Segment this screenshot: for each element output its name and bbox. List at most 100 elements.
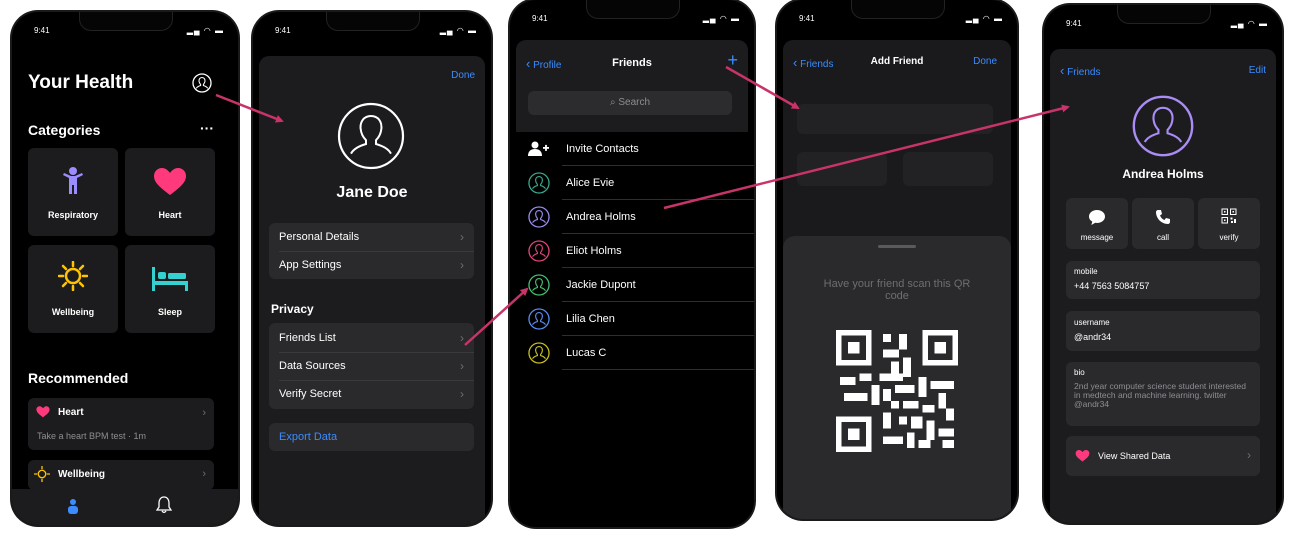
row-personal-details[interactable]: Personal Details › xyxy=(269,223,474,251)
tile-wellbeing[interactable]: Wellbeing xyxy=(28,245,118,333)
bed-icon xyxy=(152,267,188,291)
friend-row[interactable]: Andrea Holms xyxy=(528,200,754,234)
avatar-icon xyxy=(337,102,405,170)
row-label: App Settings xyxy=(279,259,342,271)
done-button[interactable]: Done xyxy=(451,70,475,81)
tab-health[interactable] xyxy=(64,497,84,517)
export-label: Export Data xyxy=(279,431,338,443)
row-label: Personal Details xyxy=(279,231,360,243)
nav-title: Friends xyxy=(612,57,652,69)
bio-field[interactable]: bio 2nd year computer science student in… xyxy=(1066,362,1260,426)
person-icon xyxy=(63,167,83,194)
status-time: 9:41 xyxy=(34,26,50,35)
export-data-button[interactable]: Export Data xyxy=(269,423,474,451)
card-title: Wellbeing xyxy=(58,469,106,480)
more-button[interactable]: ··· xyxy=(200,120,214,136)
row-app-settings[interactable]: App Settings › xyxy=(269,251,474,279)
settings-group: Personal Details › App Settings › xyxy=(269,223,474,279)
search-input[interactable]: ⌕ Search xyxy=(528,91,732,115)
field-value: 2nd year computer science student intere… xyxy=(1074,381,1246,409)
tab-notifications[interactable] xyxy=(155,496,176,516)
row-label: Friends List xyxy=(279,332,336,344)
tile-label: Heart xyxy=(158,210,182,220)
tile-sleep[interactable]: Sleep xyxy=(125,245,215,333)
chevron-right-icon: › xyxy=(460,331,464,345)
chevron-right-icon: › xyxy=(1247,448,1251,462)
status-bar: 9:41 ▂▄ ◠ ▬ xyxy=(1044,17,1282,31)
phone-profile: 9:41 ▂▄ ◠ ▬ Done Jane Doe Personal Detai… xyxy=(253,12,491,525)
done-button[interactable]: Done xyxy=(973,56,997,67)
avatar-icon xyxy=(528,206,550,228)
scan-instructions: Have your friend scan this QR code xyxy=(823,278,971,302)
contact-name: Andrea Holms xyxy=(1122,167,1204,181)
add-friend-button[interactable]: + xyxy=(727,50,738,71)
phone-icon xyxy=(1156,210,1170,224)
action-label: call xyxy=(1156,233,1169,242)
row-label: Verify Secret xyxy=(279,388,342,400)
recommended-heading: Recommended xyxy=(28,370,129,386)
chevron-right-icon: › xyxy=(460,387,464,401)
sheet: ‹ Friends Edit Andrea Holms message call xyxy=(1050,49,1276,523)
call-button[interactable]: call xyxy=(1132,198,1194,249)
card-subtitle: Take a heart BPM test · 1m xyxy=(37,431,147,441)
tile-respiratory[interactable]: Respiratory xyxy=(28,148,118,236)
card-title: Heart xyxy=(58,407,84,418)
divider xyxy=(562,369,754,370)
person-outline-icon xyxy=(192,73,212,93)
friend-name: Lucas C xyxy=(566,347,607,359)
friend-row[interactable]: Eliot Holms xyxy=(528,234,754,268)
row-verify-secret[interactable]: Verify Secret › xyxy=(269,380,474,408)
chevron-right-icon: › xyxy=(202,407,206,419)
friends-list: Invite Contacts Alice Evie Andrea Holms El… xyxy=(510,132,754,527)
friend-row[interactable]: Jackie Dupont xyxy=(528,268,754,302)
row-data-sources[interactable]: Data Sources › xyxy=(269,352,474,380)
row-friends-list[interactable]: Friends List › xyxy=(269,324,474,352)
mobile-field[interactable]: mobile +44 7563 5084757 xyxy=(1066,261,1260,299)
edit-button[interactable]: Edit xyxy=(1249,65,1266,76)
field-label: username xyxy=(1074,318,1110,327)
row-label: Data Sources xyxy=(279,360,346,372)
heart-icon xyxy=(36,406,50,418)
back-button[interactable]: ‹ Friends xyxy=(1060,63,1100,78)
signal-wifi-battery-icon: ▂▄ ◠ ▬ xyxy=(965,14,1003,23)
status-time: 9:41 xyxy=(532,14,548,23)
dimmed-field xyxy=(797,104,993,134)
chevron-right-icon: › xyxy=(202,468,206,480)
field-value: +44 7563 5084757 xyxy=(1074,281,1150,291)
chevron-right-icon: › xyxy=(460,230,464,244)
qr-icon xyxy=(1221,208,1237,224)
status-time: 9:41 xyxy=(275,26,291,35)
invite-contacts-row[interactable]: Invite Contacts xyxy=(528,132,754,166)
status-bar: 9:41 ▂▄ ◠ ▬ xyxy=(12,24,238,38)
username-field[interactable]: username @andr34 xyxy=(1066,311,1260,351)
friend-row[interactable]: Lucas C xyxy=(528,336,754,370)
invite-label: Invite Contacts xyxy=(566,143,639,155)
avatar-icon xyxy=(528,308,550,330)
message-button[interactable]: message xyxy=(1066,198,1128,249)
dimmed-field xyxy=(903,152,993,186)
phone-add-friend: 9:41 ▂▄ ◠ ▬ ‹ Friends Add Friend Done Ha… xyxy=(777,0,1017,519)
signal-wifi-battery-icon: ▂▄ ◠ ▬ xyxy=(186,26,224,35)
sun-icon xyxy=(58,261,88,291)
friend-name: Jackie Dupont xyxy=(566,279,636,291)
people-icon xyxy=(68,499,78,514)
recommended-heart-card[interactable]: Heart Take a heart BPM test · 1m › xyxy=(28,398,214,450)
add-person-icon xyxy=(528,141,549,156)
recommended-wellbeing-card[interactable]: Wellbeing › xyxy=(28,460,214,490)
page-title: Your Health xyxy=(28,72,134,93)
profile-name: Jane Doe xyxy=(336,184,408,201)
friend-row[interactable]: Lilia Chen xyxy=(528,302,754,336)
verify-button[interactable]: verify xyxy=(1198,198,1260,249)
tab-bar xyxy=(12,489,238,525)
tile-label: Respiratory xyxy=(47,210,99,220)
tile-heart[interactable]: Heart xyxy=(125,148,215,236)
friend-row[interactable]: Alice Evie xyxy=(528,166,754,200)
view-shared-data-row[interactable]: View Shared Data › xyxy=(1066,436,1260,476)
message-icon xyxy=(1089,210,1105,225)
status-bar: 9:41 ▂▄ ◠ ▬ xyxy=(510,12,754,26)
avatar-icon xyxy=(528,172,550,194)
signal-wifi-battery-icon: ▂▄ ◠ ▬ xyxy=(702,14,740,23)
avatar-icon xyxy=(1132,95,1194,157)
search-placeholder: Search xyxy=(618,97,651,108)
profile-avatar-button[interactable] xyxy=(192,73,212,93)
